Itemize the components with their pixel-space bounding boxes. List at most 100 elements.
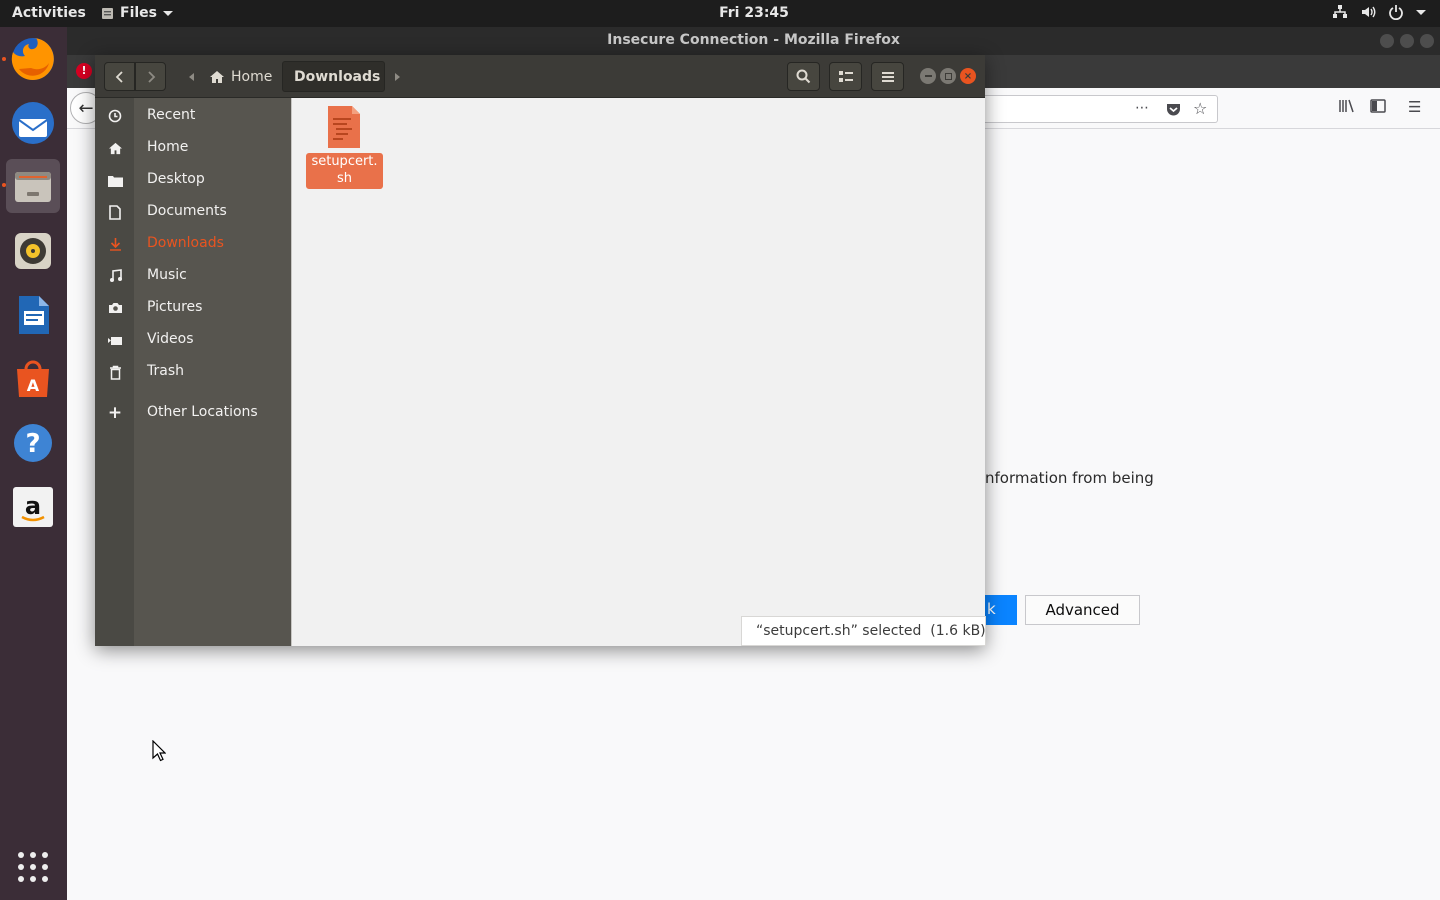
maximize-button[interactable] [1400, 34, 1414, 48]
home-icon [105, 140, 125, 156]
trash-icon [105, 364, 125, 380]
breadcrumb-home[interactable]: Home [205, 61, 276, 92]
network-icon [1333, 5, 1347, 18]
chevron-right-icon [147, 70, 155, 83]
chevron-down-icon [1416, 9, 1426, 15]
sidebar-item-label: Other Locations [147, 404, 258, 420]
file-name: setupcert. sh [306, 153, 383, 189]
top-bar: Activities Files Fri 23:45 [0, 0, 1440, 27]
sidebar-item-pictures[interactable]: Pictures [95, 292, 291, 324]
libreoffice-writer-icon[interactable] [6, 288, 60, 342]
sidebar-item-label: Videos [147, 331, 194, 347]
search-icon [796, 69, 811, 84]
file-item[interactable]: setupcert. sh [306, 104, 383, 189]
bookmark-star-icon[interactable]: ☆ [1193, 99, 1207, 118]
sidebar-item-other-locations[interactable]: + Other Locations [95, 397, 291, 429]
clock[interactable]: Fri 23:45 [0, 5, 1440, 21]
system-tray[interactable] [1332, 4, 1426, 20]
file-name-line: setupcert. [311, 154, 378, 169]
sidebar-item-videos[interactable]: Videos [95, 324, 291, 356]
maximize-button[interactable] [940, 68, 956, 84]
maximize-icon [944, 72, 952, 80]
software-center-icon[interactable]: A [6, 352, 60, 406]
warning-icon: ! [76, 63, 92, 79]
sidebar-item-label: Home [147, 139, 189, 155]
breadcrumb-right-arrow[interactable] [389, 61, 405, 92]
firefox-titlebar: Insecure Connection - Mozilla Firefox [67, 27, 1440, 55]
sidebar-item-label: Documents [147, 203, 227, 219]
hamburger-icon [881, 71, 894, 82]
library-icon[interactable] [1338, 98, 1356, 114]
close-button[interactable] [1420, 34, 1434, 48]
files-icon[interactable] [6, 159, 60, 213]
search-button[interactable] [787, 62, 820, 91]
sidebar-item-label: Trash [147, 363, 184, 379]
arrow-left-icon: ← [78, 97, 94, 119]
volume-icon [1362, 6, 1376, 18]
home-icon [210, 70, 224, 83]
video-icon [105, 332, 125, 348]
sidebar-item-label: Pictures [147, 299, 203, 315]
url-bar[interactable]: ⋯ ☆ [985, 95, 1218, 123]
close-icon: × [963, 70, 973, 82]
forward-button[interactable] [135, 62, 166, 91]
breadcrumb-current[interactable]: Downloads [282, 61, 385, 92]
document-icon [105, 204, 125, 220]
back-button[interactable] [104, 62, 135, 91]
thunderbird-icon[interactable] [6, 96, 60, 150]
music-icon [105, 268, 125, 284]
power-icon [1389, 5, 1403, 20]
sidebar-icon[interactable] [1370, 98, 1386, 114]
close-button[interactable]: × [960, 68, 976, 84]
script-file-icon [326, 104, 362, 150]
plus-icon: + [107, 403, 123, 423]
firefox-icon[interactable] [6, 32, 60, 86]
sidebar-item-label: Downloads [147, 235, 224, 251]
file-view[interactable]: setupcert. sh “setupcert.sh” selected (1… [291, 98, 986, 646]
breadcrumb-home-label: Home [231, 68, 273, 85]
file-name-line: sh [336, 171, 352, 186]
sidebar-item-desktop[interactable]: Desktop [95, 164, 291, 196]
page-actions-icon[interactable]: ⋯ [1135, 100, 1149, 116]
clock-icon [105, 108, 125, 124]
download-icon [105, 236, 125, 252]
minimize-button[interactable] [1380, 34, 1394, 48]
sidebar-item-label: Desktop [147, 171, 205, 187]
firefox-toolbar-right: ☰ [1338, 98, 1421, 116]
minimize-button[interactable] [920, 68, 936, 84]
svg-text:?: ? [25, 429, 40, 459]
sidebar-item-label: Recent [147, 107, 196, 123]
sidebar-item-label: Music [147, 267, 187, 283]
files-window: Home Downloads × Recent Home Desktop Doc… [95, 55, 986, 646]
advanced-button[interactable]: Advanced [1025, 595, 1140, 625]
show-apps-icon[interactable] [6, 840, 60, 894]
error-description: nformation from being [985, 469, 1154, 487]
amazon-icon[interactable]: a [6, 480, 60, 534]
sidebar-item-recent[interactable]: Recent [95, 100, 291, 132]
minimize-icon [924, 75, 932, 77]
sidebar-item-music[interactable]: Music [95, 260, 291, 292]
help-icon[interactable]: ? [6, 416, 60, 470]
list-view-icon [838, 70, 853, 82]
sidebar-item-trash[interactable]: Trash [95, 356, 291, 388]
rhythmbox-icon[interactable] [6, 224, 60, 278]
window-title: Insecure Connection - Mozilla Firefox [607, 32, 900, 48]
menu-icon[interactable]: ☰ [1408, 98, 1421, 116]
arrow-right-icon [394, 72, 400, 81]
files-headerbar: Home Downloads × [95, 55, 985, 98]
menu-button[interactable] [871, 62, 904, 91]
go-back-button[interactable]: k [985, 595, 1017, 625]
sidebar-item-downloads[interactable]: Downloads [95, 228, 291, 260]
camera-icon [105, 300, 125, 316]
status-floating-bar: “setupcert.sh” selected (1.6 kB) [741, 616, 986, 646]
breadcrumb-left-arrow[interactable] [182, 61, 200, 92]
view-toggle-button[interactable] [829, 62, 862, 91]
dock: A ? a [0, 27, 67, 900]
sidebar-item-home[interactable]: Home [95, 132, 291, 164]
arrow-left-icon [188, 72, 194, 81]
sidebar-item-documents[interactable]: Documents [95, 196, 291, 228]
folder-icon [105, 172, 125, 188]
svg-text:a: a [25, 492, 41, 520]
pocket-icon[interactable] [1166, 102, 1181, 117]
mouse-cursor-icon [152, 740, 166, 762]
